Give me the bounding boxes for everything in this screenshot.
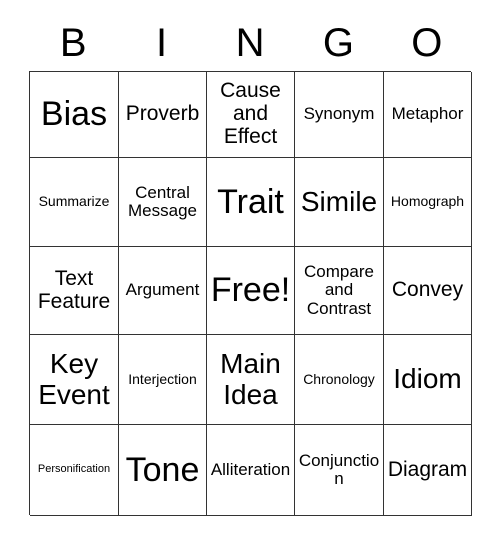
bingo-cell-r4-c4[interactable]: Chronology	[295, 335, 384, 425]
bingo-cell-label: Key Event	[38, 348, 110, 410]
bingo-cell-r5-c1[interactable]: Personification	[30, 425, 119, 516]
bingo-cell-label: Synonym	[303, 104, 375, 124]
bingo-cell-r5-c5[interactable]: Diagram	[384, 425, 472, 516]
bingo-cell-r1-c1[interactable]: Bias	[30, 72, 119, 158]
bingo-cell-r2-c5[interactable]: Homograph	[384, 158, 472, 247]
bingo-cell-label: Alliteration	[210, 459, 291, 479]
bingo-cell-label: Argument	[125, 280, 200, 300]
bingo-cell-r1-c5[interactable]: Metaphor	[384, 72, 472, 158]
bingo-cell-label: Diagram	[387, 457, 468, 481]
bingo-cell-label: Central Message	[128, 182, 197, 220]
bingo-cell-r1-c2[interactable]: Proverb	[119, 72, 207, 158]
bingo-cell-label: Proverb	[125, 102, 200, 126]
bingo-cell-r3-c1[interactable]: Text Feature	[30, 247, 119, 335]
bingo-cell-r4-c2[interactable]: Interjection	[119, 335, 207, 425]
bingo-cell-label: Personification	[37, 463, 111, 476]
bingo-cell-label: Tone	[125, 450, 200, 489]
bingo-cell-r2-c4[interactable]: Simile	[295, 158, 384, 247]
bingo-cell-label: Bias	[40, 95, 108, 134]
bingo-cell-label: Interjection	[128, 370, 197, 387]
bingo-cell-label: Free!	[210, 271, 291, 310]
bingo-cell-label: Chronology	[303, 370, 375, 387]
bingo-cell-label: Summarize	[38, 193, 110, 210]
bingo-cell-r5-c2[interactable]: Tone	[119, 425, 207, 516]
bingo-cell-r2-c1[interactable]: Summarize	[30, 158, 119, 247]
bingo-cell-r1-c4[interactable]: Synonym	[295, 72, 384, 158]
bingo-cell-r5-c3[interactable]: Alliteration	[207, 425, 295, 516]
bingo-header-letter-g: G	[322, 21, 354, 65]
bingo-cell-r3-c5[interactable]: Convey	[384, 247, 472, 335]
bingo-cell-label: Cause and Effect	[220, 79, 281, 148]
bingo-header-letter-n: N	[235, 21, 265, 65]
bingo-cell-r1-c3[interactable]: Cause and Effect	[207, 72, 295, 158]
bingo-cell-label: Main Idea	[220, 348, 281, 410]
bingo-header-letter-o: O	[411, 21, 443, 65]
bingo-cell-r4-c1[interactable]: Key Event	[30, 335, 119, 425]
bingo-cell-r3-c4[interactable]: Compare and Contrast	[295, 247, 384, 335]
bingo-cell-label: Compare and Contrast	[304, 261, 374, 318]
bingo-cell-label: Homograph	[390, 193, 465, 210]
bingo-cell-label: Trait	[217, 182, 284, 221]
bingo-grid: Bias Proverb Cause and Effect Synonym Metaph…	[29, 71, 472, 516]
bingo-cell-label: Metaphor	[391, 104, 464, 124]
bingo-cell-label: Conjunction	[298, 450, 380, 488]
bingo-cell-r2-c2[interactable]: Central Message	[119, 158, 207, 247]
bingo-cell-r4-c3[interactable]: Main Idea	[207, 335, 295, 425]
bingo-cell-label: Simile	[300, 185, 378, 217]
bingo-cell-label: Idiom	[393, 363, 462, 395]
bingo-card: B I N G O Bias Proverb Cause and Effect Syn…	[0, 0, 500, 544]
bingo-header-letter-i: I	[156, 21, 168, 65]
bingo-cell-r5-c4[interactable]: Conjunction	[295, 425, 384, 516]
bingo-cell-label: Text Feature	[37, 266, 111, 313]
bingo-cell-r2-c3[interactable]: Trait	[207, 158, 295, 247]
bingo-cell-r3-c3[interactable]: Free!	[207, 247, 295, 335]
bingo-header-row: B I N G O	[29, 18, 471, 68]
bingo-cell-r3-c2[interactable]: Argument	[119, 247, 207, 335]
bingo-header-letter-b: B	[59, 21, 87, 65]
bingo-cell-r4-c5[interactable]: Idiom	[384, 335, 472, 425]
bingo-cell-label: Convey	[391, 278, 464, 302]
